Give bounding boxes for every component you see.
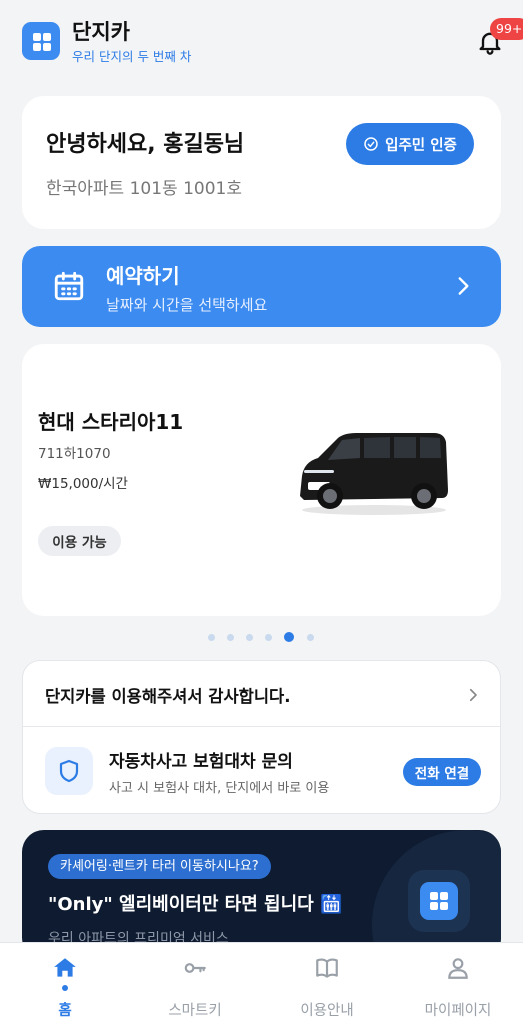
- bottom-tab-bar: 홈 스마트키 이용안내 마이페이지: [0, 942, 523, 1024]
- active-tab-dot: [62, 985, 68, 991]
- tab-guide[interactable]: 이용안내: [262, 943, 392, 1024]
- carousel-indicator[interactable]: [208, 632, 318, 644]
- app-title: 단지카: [72, 20, 130, 44]
- insurance-subtitle: 사고 시 보험사 대차, 단지에서 바로 이용: [109, 781, 330, 796]
- app-grid-icon: [408, 870, 470, 932]
- van-image: [300, 433, 448, 515]
- call-button[interactable]: 전화 연결: [403, 758, 481, 786]
- home-icon: [54, 958, 76, 977]
- reservation-button[interactable]: 예약하기 날짜와 시간을 선택하세요: [22, 246, 501, 327]
- insurance-title: 자동차사고 보험대차 문의: [109, 752, 293, 772]
- greeting-text: 안녕하세요, 홍길동님: [46, 132, 245, 157]
- car-name: 현대 스타리아11: [38, 410, 184, 434]
- carousel-dot[interactable]: [227, 634, 234, 641]
- carousel-dot[interactable]: [208, 634, 215, 641]
- calendar-icon: [54, 271, 84, 301]
- promo-banner[interactable]: 카셰어링·렌트카 타러 이동하시나요? "Only" 엘리베이터만 타면 됩니다…: [22, 830, 501, 960]
- app-header: 단지카 우리 단지의 두 번째 차 99+: [0, 0, 523, 92]
- carousel-dot[interactable]: [307, 634, 314, 641]
- notification-badge: 99+: [490, 18, 523, 40]
- app-logo-icon: [22, 22, 60, 60]
- tab-smartkey[interactable]: 스마트키: [130, 943, 260, 1024]
- address-text: 한국아파트 101동 1001호: [46, 179, 242, 199]
- tab-label: 스마트키: [168, 1003, 222, 1019]
- reservation-subtitle: 날짜와 시간을 선택하세요: [106, 296, 268, 314]
- info-card: 단지카를 이용해주셔서 감사합니다. 자동차사고 보험대차 문의 사고 시 보험…: [22, 660, 501, 814]
- tab-label: 이용안내: [300, 1003, 354, 1019]
- carousel-dot-active[interactable]: [284, 632, 294, 642]
- chevron-right-icon: [458, 277, 469, 295]
- shield-icon: [45, 747, 93, 795]
- reservation-title: 예약하기: [106, 264, 180, 288]
- status-badge: 이용 가능: [38, 526, 121, 556]
- app-subtitle: 우리 단지의 두 번째 차: [72, 49, 192, 64]
- promo-pill: 카셰어링·렌트카 타러 이동하시나요?: [48, 854, 271, 879]
- car-card[interactable]: 현대 스타리아11 711하1070 ₩15,000/시간 이용 가능: [22, 344, 501, 616]
- tab-label: 마이페이지: [424, 1003, 492, 1019]
- check-badge-icon: [364, 137, 378, 151]
- carousel-dot[interactable]: [265, 634, 272, 641]
- car-price: ₩15,000/시간: [38, 476, 128, 492]
- resident-verify-button[interactable]: 입주민 인증: [346, 123, 474, 165]
- divider: [23, 726, 500, 727]
- user-icon: [448, 958, 468, 979]
- promo-title: "Only" 엘리베이터만 타면 됩니다 🛗: [48, 894, 343, 915]
- tab-home[interactable]: 홈: [0, 943, 130, 1024]
- car-plate: 711하1070: [38, 446, 111, 462]
- greeting-card: 안녕하세요, 홍길동님 한국아파트 101동 1001호 입주민 인증: [22, 96, 501, 229]
- book-icon: [316, 958, 338, 978]
- tab-mypage[interactable]: 마이페이지: [393, 943, 523, 1024]
- resident-verify-label: 입주민 인증: [385, 137, 457, 154]
- chevron-right-icon[interactable]: [464, 686, 482, 704]
- tab-label: 홈: [58, 1003, 72, 1019]
- key-icon: [184, 963, 206, 973]
- carousel-dot[interactable]: [246, 634, 253, 641]
- thanks-link[interactable]: 단지카를 이용해주셔서 감사합니다.: [45, 683, 290, 707]
